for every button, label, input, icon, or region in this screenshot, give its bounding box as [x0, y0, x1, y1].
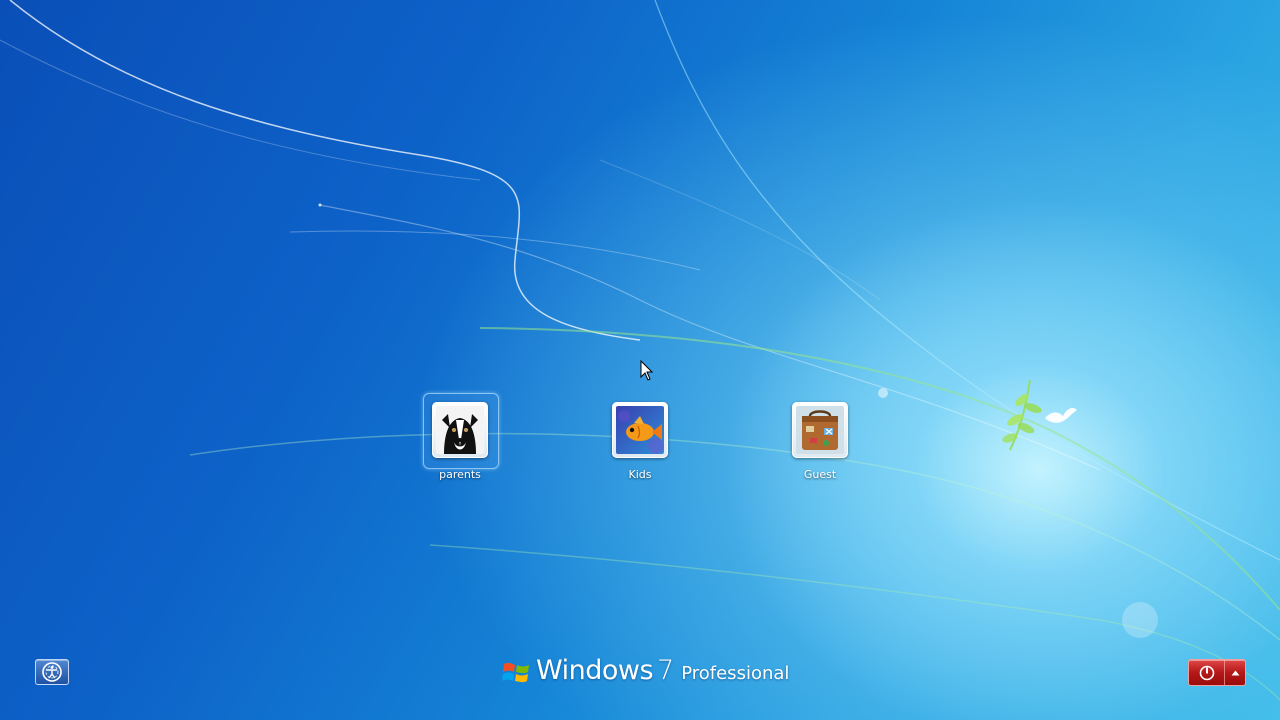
logon-screen: parents Kids Guest Windows 7 Professiona…	[0, 0, 1280, 720]
bird-decoration	[1045, 408, 1077, 423]
dog-picture-icon	[436, 406, 484, 454]
version-number: 7	[657, 655, 675, 686]
user-tile-kids[interactable]: Kids	[590, 395, 690, 481]
power-icon	[1199, 665, 1214, 680]
mouse-pointer-icon	[640, 360, 654, 381]
windows-flag-icon	[502, 662, 529, 683]
user-name-label: parents	[439, 468, 481, 481]
user-name-label: Guest	[803, 468, 837, 481]
shut-down-options-button[interactable]	[1225, 660, 1245, 685]
user-name-label: Kids	[628, 468, 652, 481]
shut-down-button[interactable]	[1189, 660, 1225, 685]
suitcase-picture-icon	[796, 406, 844, 454]
leaf-sprig-decoration	[1002, 379, 1042, 451]
windows-wordmark: Windows	[536, 655, 654, 686]
ease-of-access-icon	[42, 662, 62, 682]
shut-down-button-group	[1188, 659, 1246, 686]
ease-of-access-button[interactable]	[35, 659, 69, 685]
user-picture-frame[interactable]	[432, 402, 488, 458]
user-picture-frame[interactable]	[612, 402, 668, 458]
edition-label: Professional	[681, 663, 790, 684]
user-tile-guest[interactable]: Guest	[770, 395, 870, 481]
user-picture-frame[interactable]	[792, 402, 848, 458]
fish-picture-icon	[616, 406, 664, 454]
windows-branding: Windows 7 Professional	[502, 655, 789, 691]
user-tile-parents[interactable]: parents	[410, 393, 510, 481]
up-arrow-icon	[1231, 670, 1239, 675]
